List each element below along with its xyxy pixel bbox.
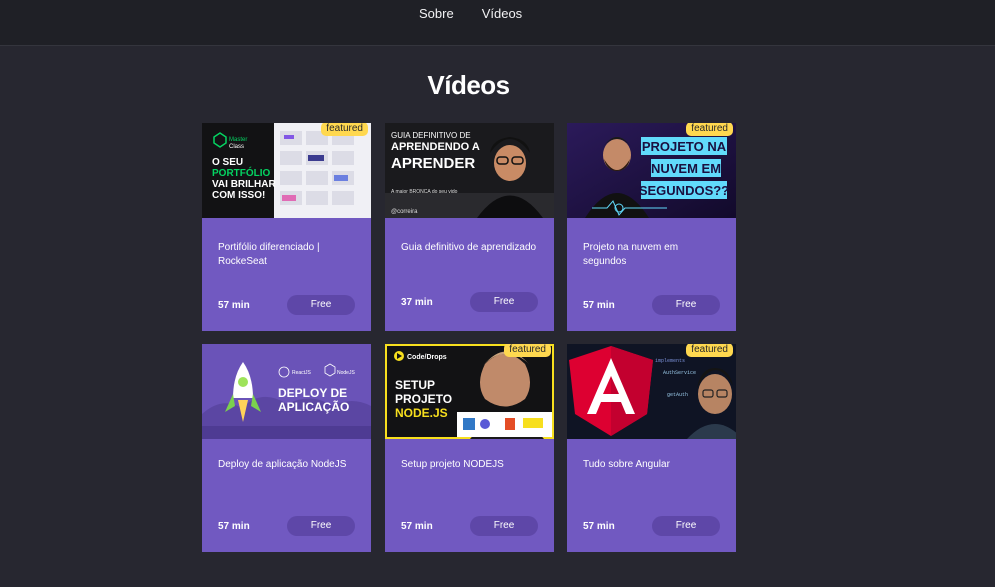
video-thumbnail: Master Class O SEU PORTFÓLIO VAI BRILHAR… <box>202 123 371 218</box>
video-duration: 57 min <box>401 521 433 532</box>
thumb-text: implements <box>655 358 685 364</box>
thumb-text: ReactJS <box>292 370 312 376</box>
thumb-text: O SEU <box>212 157 243 168</box>
nav-link-videos[interactable]: Vídeos <box>482 7 522 21</box>
thumb-text: SETUP <box>395 378 435 392</box>
free-button[interactable]: Free <box>652 295 720 315</box>
thumb-text: APRENDER <box>391 155 475 172</box>
video-card-portfolio[interactable]: Master Class O SEU PORTFÓLIO VAI BRILHAR… <box>202 123 371 331</box>
thumb-text: GUIA DEFINITIVO DE <box>391 131 471 140</box>
video-title: Projeto na nuvem em segundos <box>583 242 679 267</box>
free-button[interactable]: Free <box>287 516 355 536</box>
video-card-guia[interactable]: GUIA DEFINITIVO DE APRENDENDO A APRENDER… <box>385 123 554 331</box>
video-title: Portifólio diferenciado | RockeSeat <box>218 242 320 267</box>
video-title: Setup projeto NODEJS <box>401 459 504 470</box>
thumb-text: PORTFÓLIO <box>212 166 271 179</box>
featured-badge: featured <box>504 344 551 357</box>
thumb-text: COM ISSO! <box>212 190 265 201</box>
video-thumbnail: PROJETO NA NUVEM EM SEGUNDOS?? featured <box>567 123 736 218</box>
thumb-text: A maior BRONCA do seu vido <box>391 189 458 195</box>
page-title: Vídeos <box>427 70 510 100</box>
featured-badge: featured <box>321 123 368 136</box>
video-duration: 37 min <box>401 297 433 308</box>
video-thumbnail: GUIA DEFINITIVO DE APRENDENDO A APRENDER… <box>385 123 554 218</box>
thumb-text: SEGUNDOS?? <box>639 183 729 198</box>
thumb-text: NodeJS <box>337 370 355 376</box>
video-card-deploy[interactable]: ReactJS NodeJS DEPLOY DE APLICAÇÃO Deplo… <box>202 344 371 552</box>
thumb-text: APRENDENDO A <box>391 141 480 153</box>
free-button[interactable]: Free <box>652 516 720 536</box>
thumb-text: DEPLOY DE <box>278 386 347 400</box>
free-button[interactable]: Free <box>287 295 355 315</box>
video-duration: 57 min <box>218 300 250 311</box>
thumb-text: NODE.JS <box>395 406 448 420</box>
thumb-text: PROJETO NA <box>642 139 727 154</box>
thumb-text: Master <box>229 137 247 143</box>
thumb-text: getAuth <box>667 392 688 398</box>
video-title: Deploy de aplicação NodeJS <box>218 459 347 470</box>
thumb-text: APLICAÇÃO <box>278 399 349 414</box>
main-nav: Sobre Vídeos <box>419 7 522 21</box>
featured-badge: featured <box>686 123 733 136</box>
free-button[interactable]: Free <box>470 292 538 312</box>
nav-link-sobre[interactable]: Sobre <box>419 7 454 21</box>
video-thumbnail: implements AuthService getAuth featured <box>567 344 736 439</box>
thumb-text: AuthService <box>663 370 696 376</box>
video-duration: 57 min <box>583 300 615 311</box>
thumb-text: Code/Drops <box>407 354 447 361</box>
thumb-text: PROJETO <box>395 392 452 406</box>
video-title: Guia definitivo de aprendizado <box>401 242 537 253</box>
thumb-text: NUVEM EM <box>651 161 721 176</box>
video-title: Tudo sobre Angular <box>583 459 670 470</box>
video-duration: 57 min <box>218 521 250 532</box>
video-card-setup[interactable]: Code/Drops SETUP PROJETO NODE.JS feature… <box>385 344 554 552</box>
video-thumbnail: Code/Drops SETUP PROJETO NODE.JS feature… <box>385 344 554 439</box>
video-card-nuvem[interactable]: PROJETO NA NUVEM EM SEGUNDOS?? featured … <box>567 123 736 331</box>
thumb-text: Class <box>229 144 244 150</box>
free-button[interactable]: Free <box>470 516 538 536</box>
video-card-angular[interactable]: implements AuthService getAuth featured … <box>567 344 736 552</box>
featured-badge: featured <box>686 344 733 357</box>
top-navbar: Sobre Vídeos <box>0 0 995 46</box>
video-duration: 57 min <box>583 521 615 532</box>
video-thumbnail: ReactJS NodeJS DEPLOY DE APLICAÇÃO <box>202 344 371 439</box>
thumb-text: VAI BRILHAR <box>212 179 276 190</box>
thumb-text: @correira <box>391 209 418 215</box>
